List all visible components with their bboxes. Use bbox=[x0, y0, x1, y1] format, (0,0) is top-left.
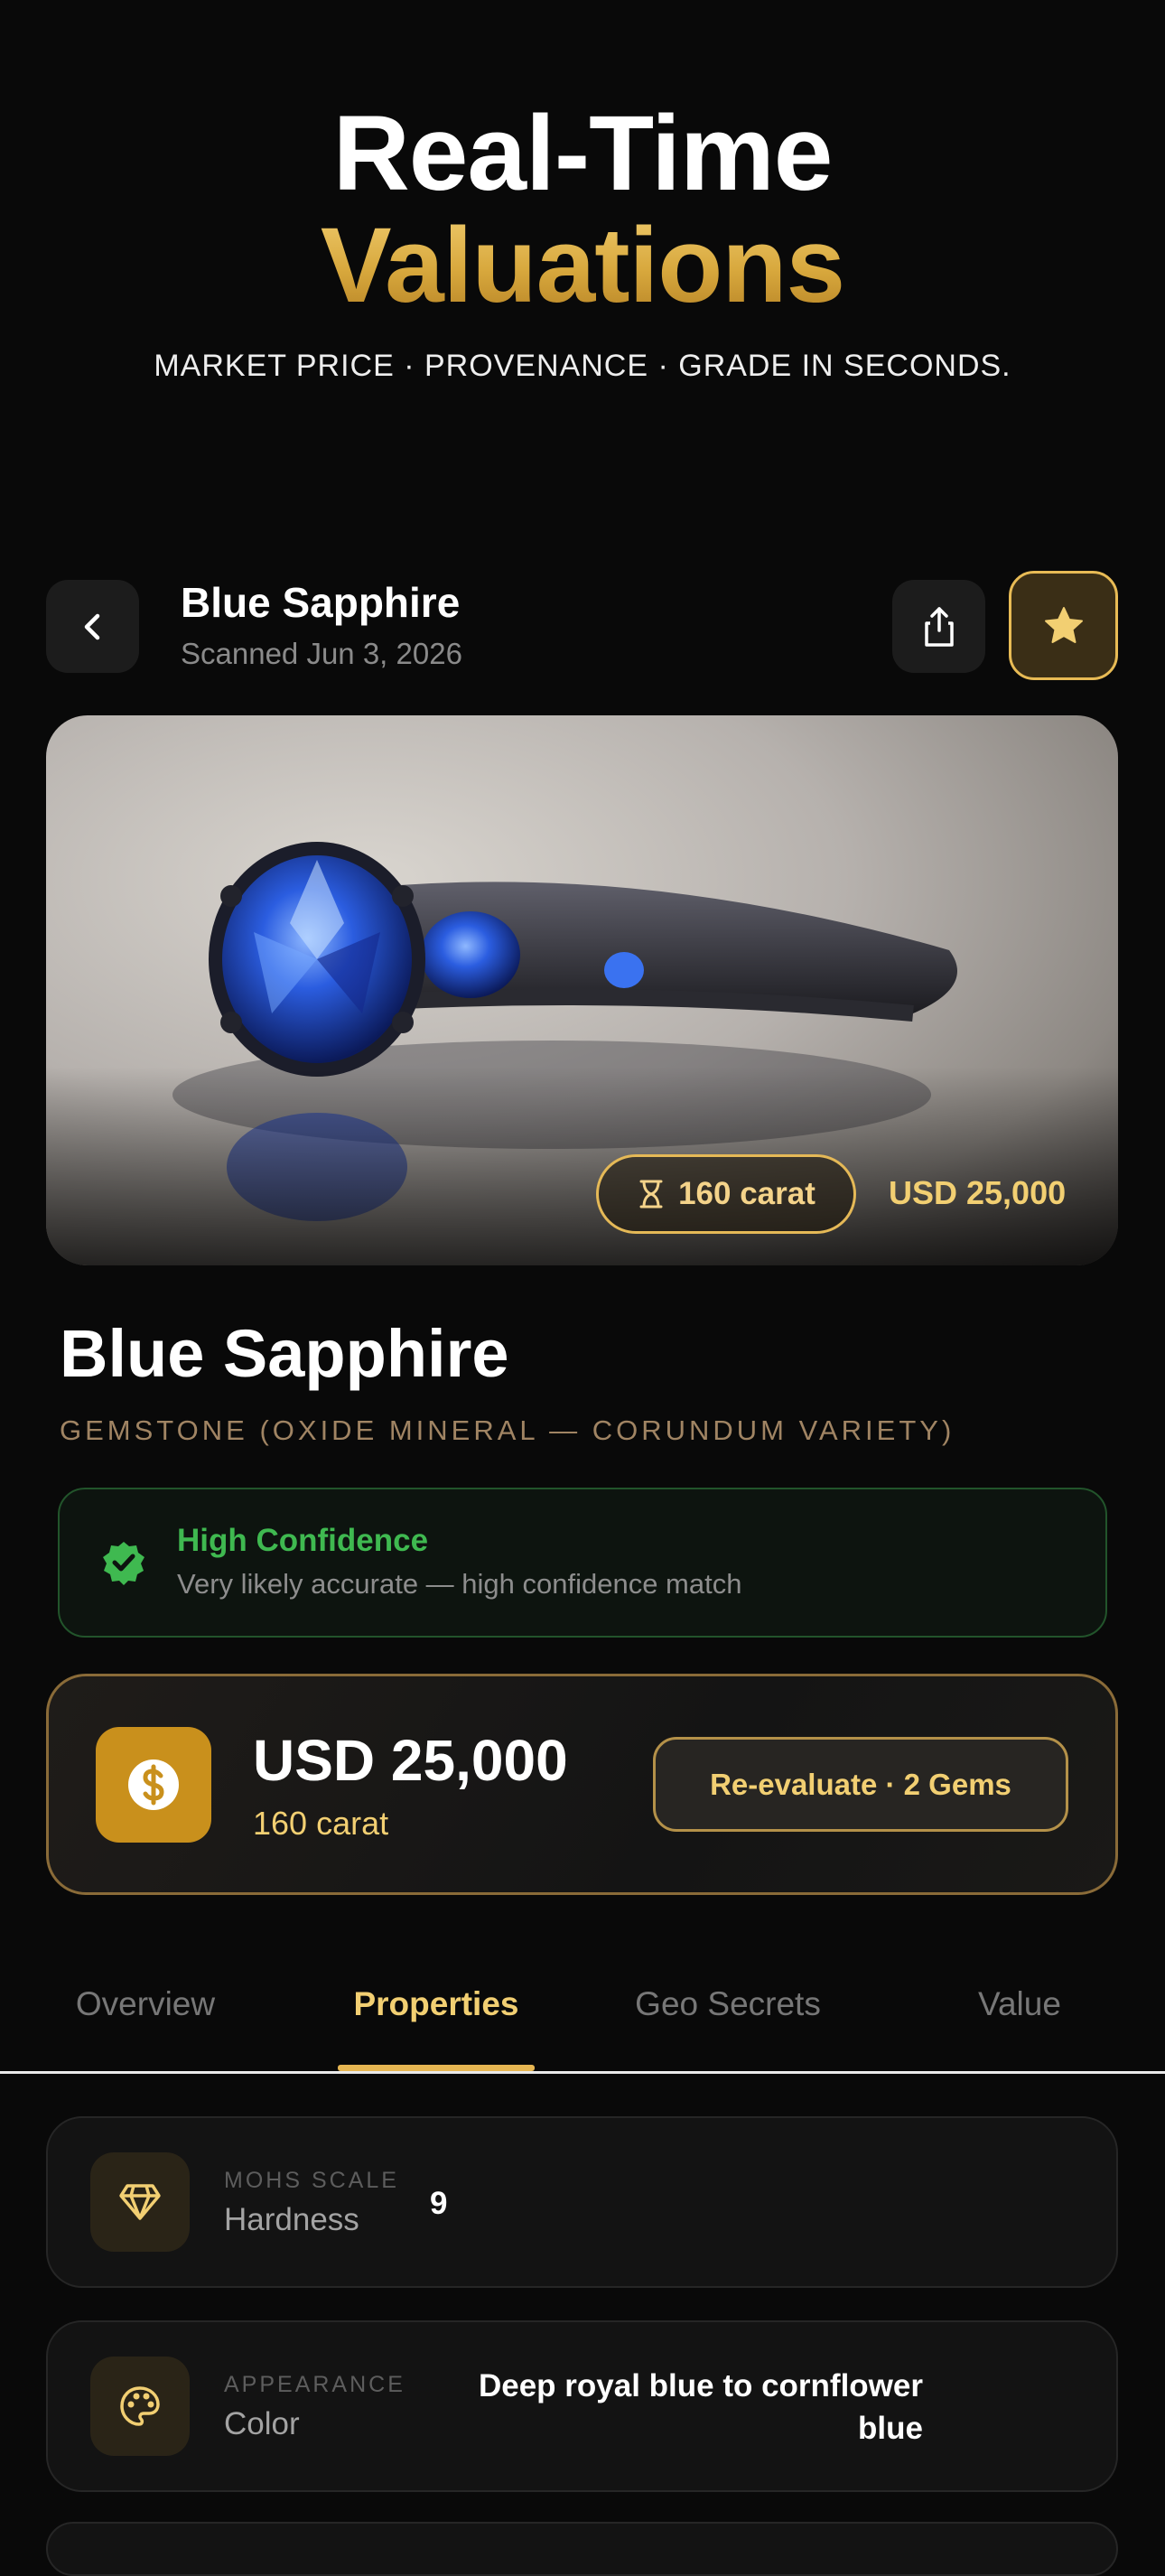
favorite-button[interactable] bbox=[1009, 571, 1118, 680]
palette-icon bbox=[120, 2386, 160, 2426]
tab-overview[interactable]: Overview bbox=[0, 1985, 291, 2023]
tab-active-indicator bbox=[338, 2065, 535, 2071]
photo-price: USD 25,000 bbox=[889, 1174, 1067, 1211]
coin-badge bbox=[96, 1727, 211, 1843]
reevaluate-button[interactable]: Re-evaluate · 2 Gems bbox=[653, 1737, 1068, 1832]
verified-check-icon bbox=[103, 1542, 144, 1585]
share-button[interactable] bbox=[892, 580, 985, 673]
tab-properties[interactable]: Properties bbox=[291, 1985, 582, 2023]
page-title: Blue Sapphire bbox=[181, 579, 461, 626]
property-value-line2: blue bbox=[858, 2411, 923, 2446]
property-value-line1: Deep royal blue to cornflower bbox=[478, 2368, 923, 2403]
property-kicker: APPEARANCE bbox=[224, 2372, 405, 2397]
gem-name: Blue Sapphire bbox=[60, 1316, 509, 1391]
carat-badge: 160 carat bbox=[596, 1154, 856, 1234]
share-icon bbox=[924, 606, 954, 647]
hourglass-icon bbox=[639, 1180, 663, 1209]
property-card-color bbox=[46, 2320, 1118, 2492]
tab-geo-secrets[interactable]: Geo Secrets bbox=[582, 1985, 873, 2023]
diamond-icon bbox=[119, 2184, 161, 2220]
property-card-next bbox=[46, 2522, 1118, 2576]
star-icon bbox=[1044, 606, 1083, 643]
property-icon-box bbox=[90, 2357, 190, 2456]
valuation-amount: USD 25,000 bbox=[253, 1728, 568, 1793]
scanned-date: Scanned Jun 3, 2026 bbox=[181, 637, 462, 670]
tab-value[interactable]: Value bbox=[874, 1985, 1165, 2023]
confidence-banner bbox=[58, 1488, 1107, 1638]
property-kicker: MOHS SCALE bbox=[224, 2168, 399, 2193]
property-label: Hardness bbox=[224, 2202, 359, 2237]
valuation-carat: 160 carat bbox=[253, 1805, 389, 1842]
gem-category: GEMSTONE (OXIDE MINERAL — CORUNDUM VARIE… bbox=[60, 1414, 955, 1446]
back-button[interactable] bbox=[46, 580, 139, 673]
property-card-hardness bbox=[46, 2116, 1118, 2288]
confidence-description: Very likely accurate — high confidence m… bbox=[177, 1568, 742, 1600]
property-label: Color bbox=[224, 2406, 300, 2441]
confidence-title: High Confidence bbox=[177, 1523, 429, 1558]
chevron-left-icon bbox=[84, 613, 99, 639]
hero-subtitle: MARKET PRICE · PROVENANCE · GRADE IN SEC… bbox=[154, 349, 1011, 383]
tab-divider bbox=[0, 2071, 1165, 2074]
property-value: 9 bbox=[430, 2186, 448, 2221]
hero-title-line1: Real-Time bbox=[332, 94, 834, 213]
photo-shade bbox=[46, 1067, 1118, 1265]
carat-badge-label: 160 carat bbox=[678, 1176, 816, 1211]
dollar-coin-icon bbox=[128, 1759, 179, 1810]
hero-title-line2: Valuations bbox=[0, 202, 1165, 329]
property-icon-box bbox=[90, 2152, 190, 2252]
